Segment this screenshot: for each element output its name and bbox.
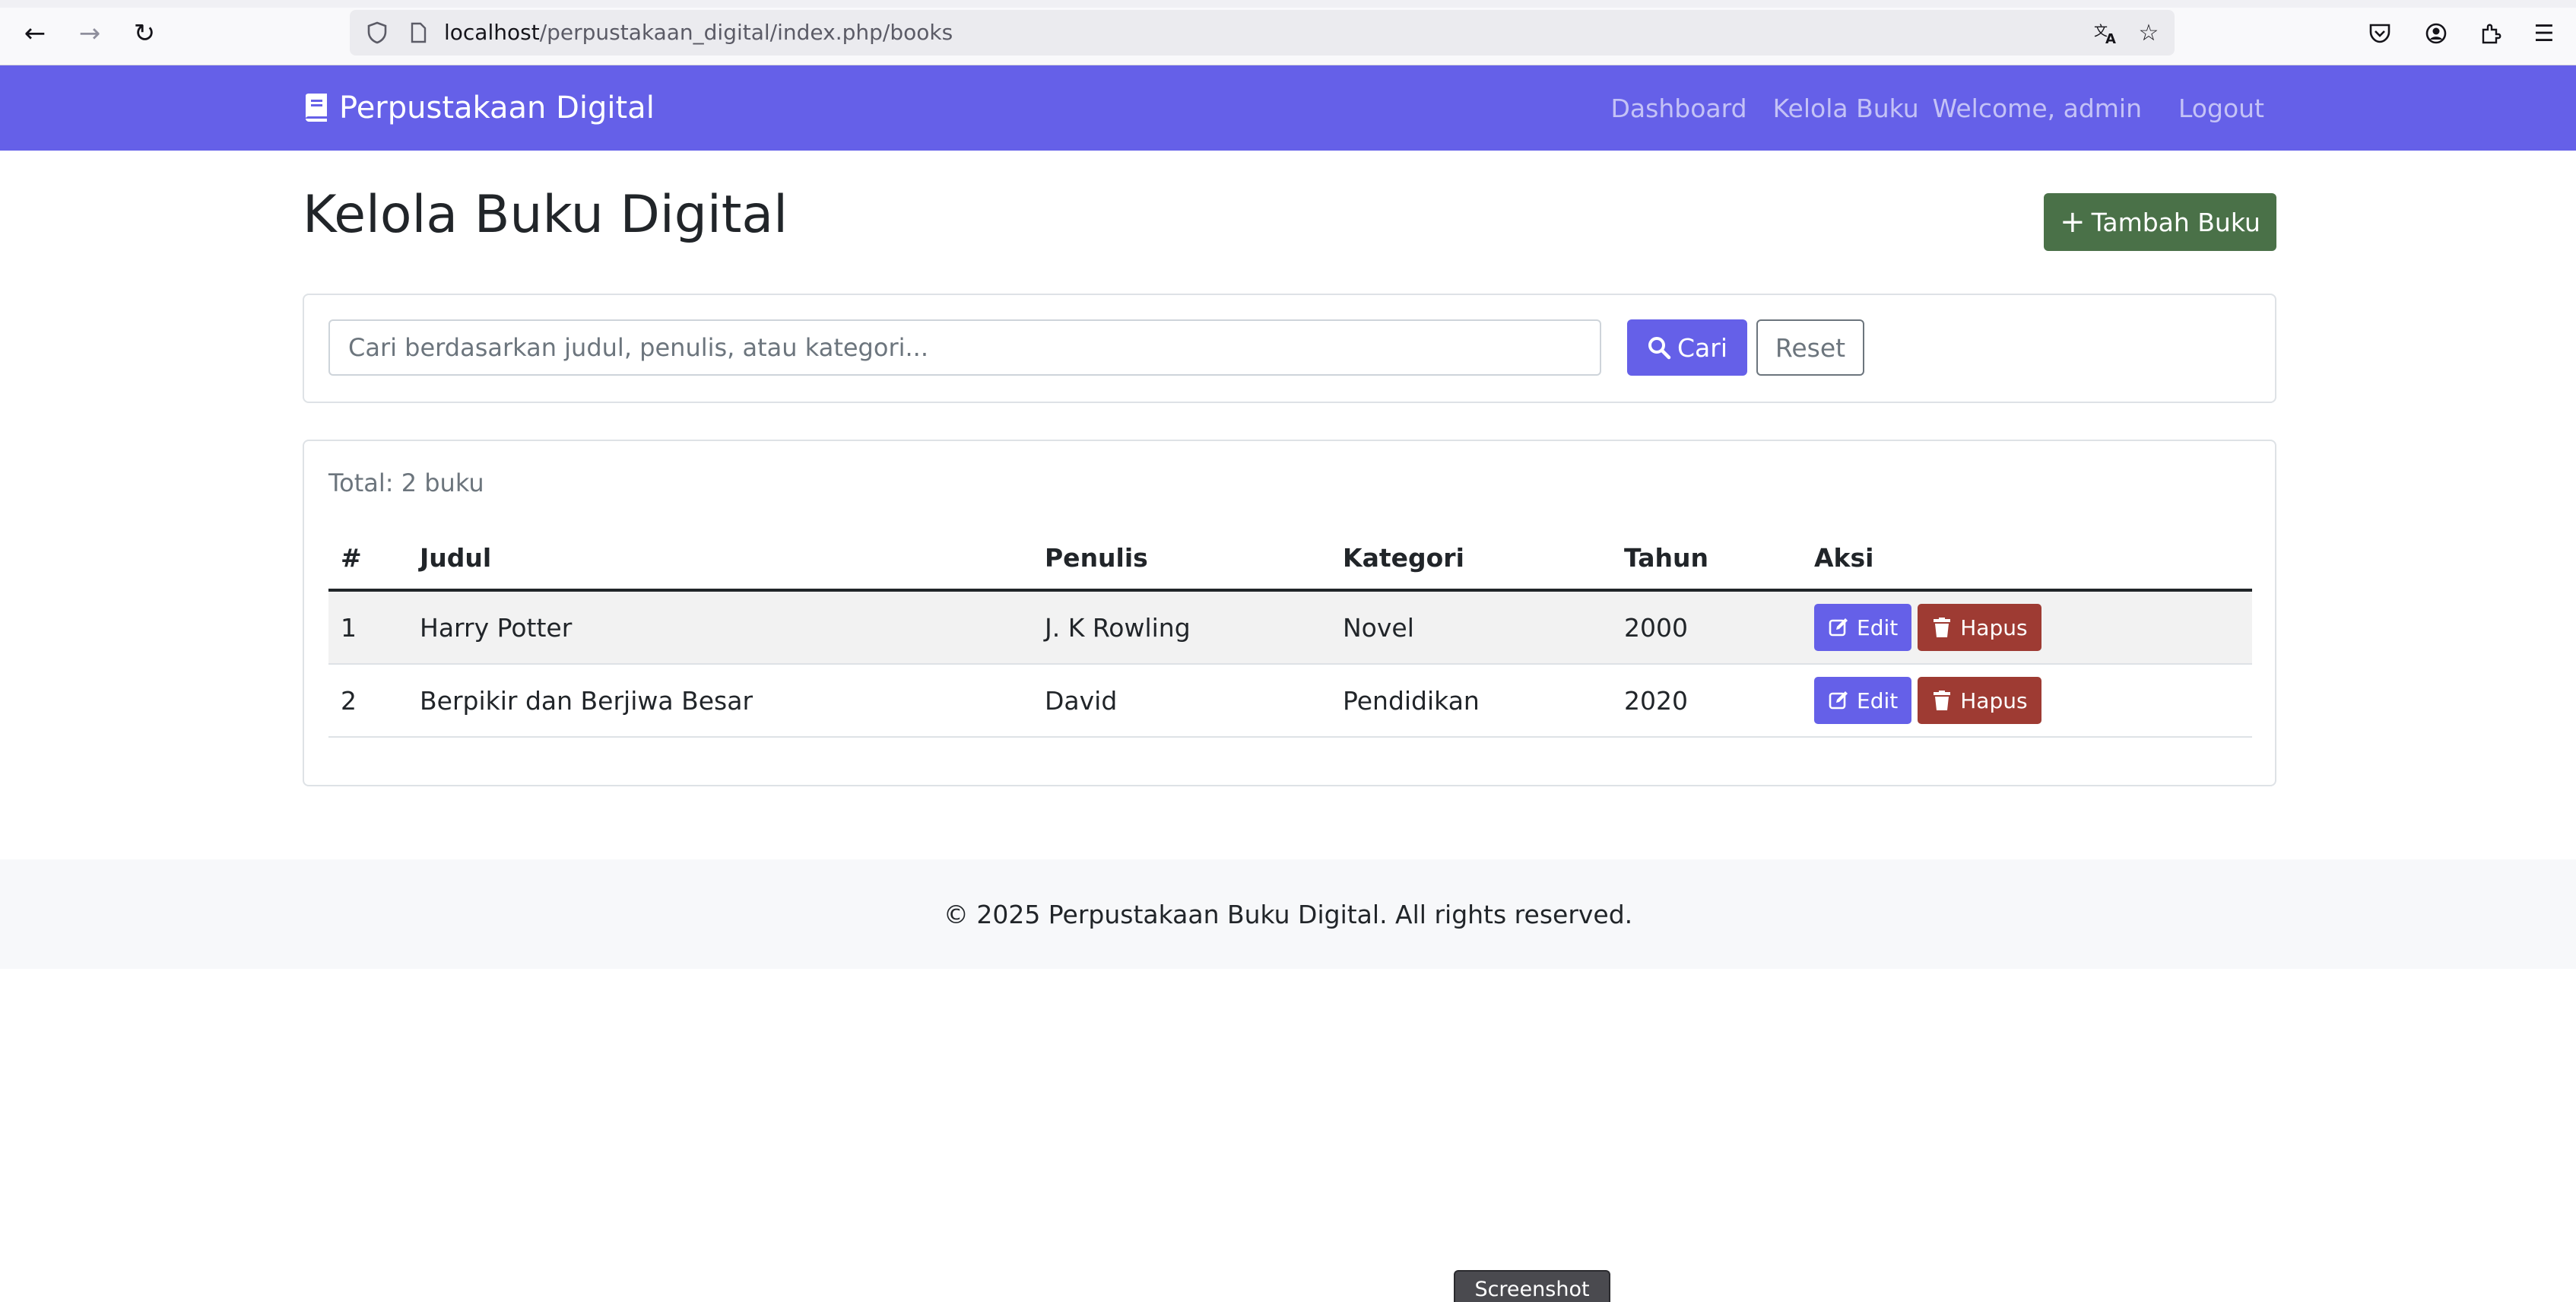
browser-toolbar: ← → ↻ localhost/perpustakaan_digital/ind… [0,0,2576,65]
bookmark-star-icon[interactable]: ☆ [2133,17,2164,48]
cell-judul: Harry Potter [408,590,1033,665]
url-host: localhost [444,20,540,45]
menu-icon[interactable]: ☰ [2527,17,2561,50]
screenshot-button[interactable]: Screenshot [1454,1270,1610,1302]
delete-button[interactable]: Hapus [1918,604,2041,651]
nav-link-kelola-buku[interactable]: Kelola Buku [1773,94,1919,123]
cell-kategori: Novel [1331,590,1612,665]
address-bar[interactable]: localhost/perpustakaan_digital/index.php… [350,10,2175,56]
book-icon [306,94,327,122]
url-text[interactable]: localhost/perpustakaan_digital/index.php… [444,19,953,46]
cell-tahun: 2000 [1612,590,1802,665]
edit-icon [1829,618,1848,637]
welcome-text: Welcome, admin [1932,93,2142,123]
nav-links: Dashboard Kelola Buku Welcome, admin Log… [1585,65,2264,151]
forward-icon[interactable]: → [71,17,108,50]
cell-penulis: J. K Rowling [1033,590,1331,665]
delete-label: Hapus [1960,614,2028,640]
add-book-label: Tambah Buku [2091,207,2260,237]
column-header-kategori: Kategori [1331,526,1612,592]
cell-kategori: Pendidikan [1331,664,1612,738]
books-card: Total: 2 buku # Judul Penulis Kategori T… [303,440,2276,786]
delete-button[interactable]: Hapus [1918,677,2041,724]
pocket-icon[interactable] [2363,17,2397,50]
edit-label: Edit [1857,688,1899,713]
table-row: 1 Harry Potter J. K Rowling Novel 2000 E… [328,590,2252,665]
column-header-penulis: Penulis [1033,526,1331,592]
brand-text: Perpustakaan Digital [339,91,655,125]
tab-strip [0,0,2576,8]
reload-icon[interactable]: ↻ [126,17,163,50]
reset-button[interactable]: Reset [1756,319,1864,376]
edit-label: Edit [1857,614,1899,640]
cell-judul: Berpikir dan Berjiwa Besar [408,664,1033,738]
trash-icon [1934,618,1951,637]
back-icon[interactable]: ← [17,17,53,50]
plus-icon: + [2060,205,2086,240]
delete-label: Hapus [1960,688,2028,713]
nav-link-dashboard[interactable]: Dashboard [1611,94,1747,123]
add-book-button[interactable]: + Tambah Buku [2044,193,2276,251]
app-navbar: Perpustakaan Digital Dashboard Kelola Bu… [0,65,2576,151]
search-icon [1648,337,1671,360]
account-icon[interactable] [2419,17,2453,50]
cell-penulis: David [1033,664,1331,738]
url-path: /perpustakaan_digital/index.php/books [539,20,953,45]
logout-link[interactable]: Logout [2178,94,2264,123]
edit-icon [1829,691,1848,710]
brand-link[interactable]: Perpustakaan Digital [303,65,655,151]
table-row: 2 Berpikir dan Berjiwa Besar David Pendi… [328,664,2252,738]
svg-text:A: A [2105,31,2116,45]
cell-no: 1 [328,590,408,665]
extensions-icon[interactable] [2474,17,2508,50]
cell-no: 2 [328,664,408,738]
shield-icon[interactable] [362,17,392,48]
footer-text: © 2025 Perpustakaan Buku Digital. All ri… [943,899,1633,929]
column-header-aksi: Aksi [1802,526,2252,592]
footer: © 2025 Perpustakaan Buku Digital. All ri… [0,859,2576,969]
trash-icon [1934,691,1951,710]
column-header-tahun: Tahun [1612,526,1802,592]
edit-button[interactable]: Edit [1814,604,1912,651]
search-button-label: Cari [1677,332,1727,363]
edit-button[interactable]: Edit [1814,677,1912,724]
table-header-row: # Judul Penulis Kategori Tahun Aksi [328,526,2252,592]
column-header-judul: Judul [408,526,1033,592]
total-count: Total: 2 buku [328,468,484,497]
cell-tahun: 2020 [1612,664,1802,738]
column-header-no: # [328,526,408,592]
page-info-icon[interactable] [403,17,433,48]
search-card: Cari Reset [303,294,2276,403]
search-input[interactable] [328,319,1601,376]
page-title: Kelola Buku Digital [303,185,788,245]
search-button[interactable]: Cari [1627,319,1747,376]
translate-icon[interactable]: 文A [2091,17,2121,48]
cell-aksi: Edit Hapus [1802,590,2252,665]
books-table: # Judul Penulis Kategori Tahun Aksi 1 Ha… [328,526,2252,738]
cell-aksi: Edit Hapus [1802,664,2252,738]
